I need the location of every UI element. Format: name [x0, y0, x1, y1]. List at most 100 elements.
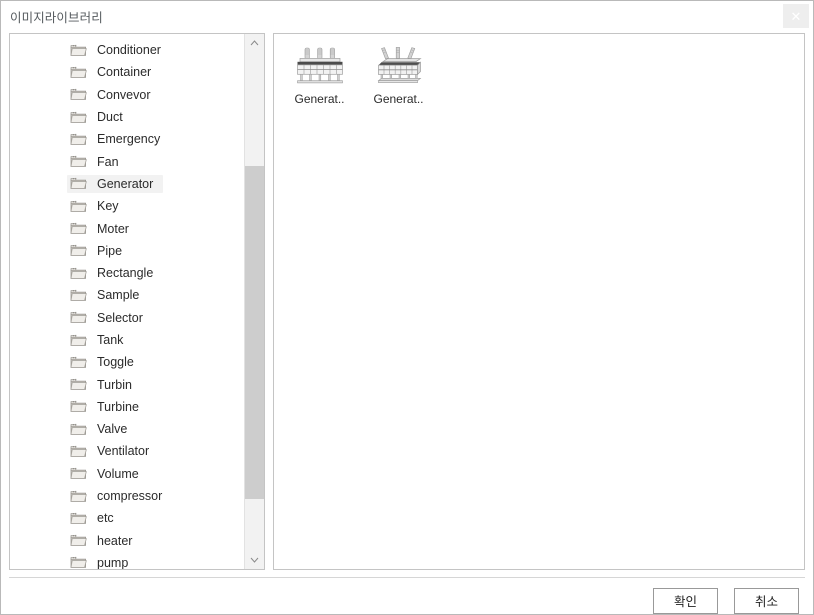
- tree-item-conditioner[interactable]: Conditioner: [10, 39, 243, 61]
- folder-icon: [70, 490, 87, 503]
- generator-perspective-icon: [371, 44, 427, 90]
- tree-item-content: Tank: [67, 331, 133, 349]
- folder-icon: [70, 200, 87, 212]
- tree-item-duct[interactable]: Duct: [10, 106, 243, 128]
- tree-item-rectangle[interactable]: Rectangle: [10, 262, 243, 284]
- tree-item-convevor[interactable]: Convevor: [10, 84, 243, 106]
- tree-item-content: Conditioner: [67, 41, 171, 59]
- folder-icon: [70, 445, 87, 457]
- tree-item-label: Generator: [97, 176, 154, 191]
- chevron-down-icon: [250, 557, 259, 563]
- thumbnail-item[interactable]: Generat..: [363, 42, 434, 108]
- tree-item-label: heater: [97, 533, 133, 548]
- tree-item-label: Container: [97, 65, 152, 80]
- close-icon: ✕: [790, 8, 802, 24]
- tree-item-label: Turbine: [97, 399, 139, 414]
- folder-icon: [70, 556, 87, 569]
- tree-item-pipe[interactable]: Pipe: [10, 240, 243, 262]
- tree-scrollbar[interactable]: [244, 34, 264, 569]
- folder-icon: [70, 245, 87, 257]
- folder-icon: [70, 289, 87, 302]
- folder-icon: [70, 44, 87, 56]
- tree-item-compressor[interactable]: compressor: [10, 485, 243, 507]
- tree-item-content: Turbine: [67, 398, 149, 416]
- tree-item-content: Sample: [67, 286, 149, 304]
- tree-item-content: Selector: [67, 309, 153, 327]
- tree-item-ventilator[interactable]: Ventilator: [10, 440, 243, 462]
- scroll-down-button[interactable]: [245, 551, 264, 569]
- tree-item-pump[interactable]: pump: [10, 552, 243, 569]
- tree-item-label: etc: [97, 511, 114, 526]
- tree-item-content: Rectangle: [67, 264, 163, 282]
- thumbnail-label: Generat..: [294, 92, 345, 106]
- generator-front-icon: [296, 47, 343, 84]
- tree-item-container[interactable]: Container: [10, 61, 243, 83]
- folder-icon: [70, 111, 87, 123]
- folder-icon: [70, 311, 87, 324]
- tree-item-content: etc: [67, 509, 124, 527]
- generator-front-icon: [292, 44, 348, 90]
- folder-icon: [70, 400, 87, 413]
- tree-item-label: Tank: [97, 333, 124, 347]
- tree-item-content: Generator: [67, 174, 164, 193]
- tree-item-label: Conditioner: [97, 43, 161, 58]
- tree-item-moter[interactable]: Moter: [10, 217, 243, 239]
- tree-item-toggle[interactable]: Toggle: [10, 351, 243, 373]
- tree-item-label: Pipe: [97, 243, 123, 258]
- folder-icon: [70, 244, 87, 257]
- tree-item-label: compressor: [97, 489, 163, 504]
- folder-icon: [70, 200, 87, 213]
- tree-item-content: Duct: [67, 108, 133, 126]
- folder-icon: [70, 467, 87, 480]
- tree-item-selector[interactable]: Selector: [10, 307, 243, 329]
- folder-icon: [70, 178, 87, 190]
- thumbnail-item[interactable]: Generat..: [284, 42, 355, 108]
- tree-item-valve[interactable]: Valve: [10, 418, 243, 440]
- folder-icon: [70, 222, 87, 235]
- folder-icon: [70, 44, 87, 57]
- tree-item-heater[interactable]: heater: [10, 530, 243, 552]
- tree-item-volume[interactable]: Volume: [10, 463, 243, 485]
- cancel-button[interactable]: 취소: [734, 587, 799, 614]
- folder-icon: [70, 445, 87, 458]
- folder-icon: [70, 535, 87, 546]
- tree-item-label: Key: [97, 199, 119, 214]
- tree-item-emergency[interactable]: Emergency: [10, 128, 243, 150]
- tree-item-turbin[interactable]: Turbin: [10, 373, 243, 395]
- folder-icon: [70, 222, 87, 234]
- image-thumbnail-panel: Generat.. Generat..: [273, 33, 805, 570]
- scroll-up-button[interactable]: [245, 34, 264, 52]
- image-thumbnail-grid[interactable]: Generat.. Generat..: [278, 40, 800, 108]
- folder-icon: [70, 88, 87, 101]
- ok-button[interactable]: 확인: [653, 587, 718, 614]
- tree-item-tank[interactable]: Tank: [10, 329, 243, 351]
- tree-item-content: Valve: [67, 420, 137, 438]
- tree-item-key[interactable]: Key: [10, 195, 243, 217]
- dialog-footer: 확인 취소: [9, 577, 805, 615]
- category-tree-panel: Conditioner Container Convevor Duct Emergenc…: [9, 33, 265, 570]
- tree-item-label: Duct: [97, 110, 123, 125]
- tree-item-content: Pipe: [67, 242, 132, 260]
- tree-item-content: Fan: [67, 153, 129, 171]
- tree-item-content: Convevor: [67, 86, 161, 104]
- scrollbar-thumb[interactable]: [245, 166, 264, 499]
- tree-item-content: compressor: [67, 487, 172, 505]
- folder-icon: [70, 401, 87, 413]
- tree-item-label: Toggle: [97, 355, 134, 370]
- thumbnail-label: Generat..: [373, 92, 424, 106]
- tree-item-label: Fan: [97, 154, 119, 169]
- folder-icon: [70, 468, 87, 480]
- tree-item-fan[interactable]: Fan: [10, 150, 243, 172]
- tree-item-sample[interactable]: Sample: [10, 284, 243, 306]
- category-tree-list[interactable]: Conditioner Container Convevor Duct Emergenc…: [10, 34, 243, 569]
- tree-item-etc[interactable]: etc: [10, 507, 243, 529]
- tree-item-content: Ventilator: [67, 442, 159, 460]
- close-button[interactable]: ✕: [783, 4, 809, 28]
- tree-item-content: pump: [67, 554, 138, 569]
- tree-item-turbine[interactable]: Turbine: [10, 396, 243, 418]
- tree-item-generator[interactable]: Generator: [10, 173, 243, 195]
- folder-icon: [70, 512, 87, 525]
- folder-icon: [70, 155, 87, 168]
- dialog-body: Conditioner Container Convevor Duct Emergenc…: [1, 32, 813, 570]
- folder-icon: [70, 490, 87, 502]
